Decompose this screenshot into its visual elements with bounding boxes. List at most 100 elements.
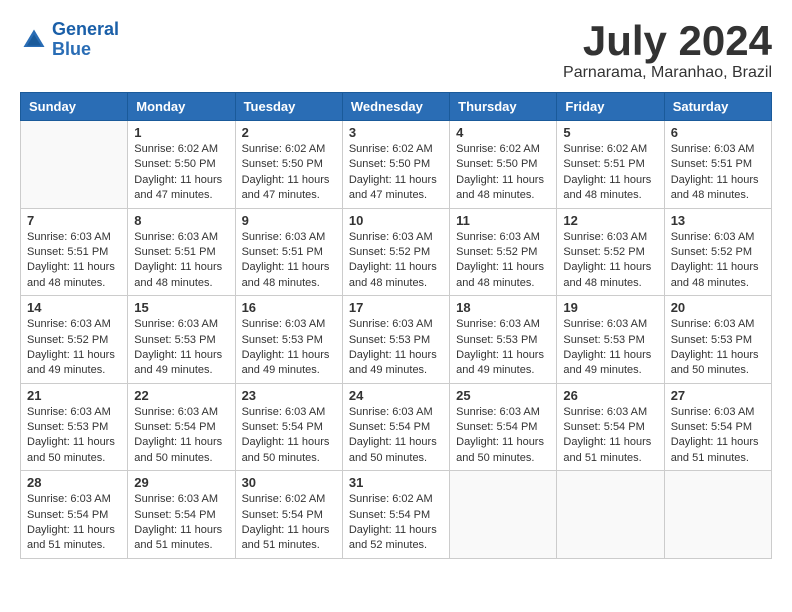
day-number: 19 <box>563 300 657 315</box>
day-info: Sunrise: 6:03 AMSunset: 5:54 PMDaylight:… <box>134 405 228 467</box>
calendar-header-sunday: Sunday <box>21 93 128 121</box>
day-number: 6 <box>671 125 765 140</box>
day-info: Sunrise: 6:02 AMSunset: 5:54 PMDaylight:… <box>242 492 336 554</box>
calendar-cell: 17 Sunrise: 6:03 AMSunset: 5:53 PMDayligh… <box>342 296 449 384</box>
calendar-cell: 21 Sunrise: 6:03 AMSunset: 5:53 PMDayligh… <box>21 383 128 471</box>
day-number: 16 <box>242 300 336 315</box>
day-info: Sunrise: 6:02 AMSunset: 5:50 PMDaylight:… <box>134 142 228 204</box>
calendar-cell: 10 Sunrise: 6:03 AMSunset: 5:52 PMDayligh… <box>342 208 449 296</box>
day-info: Sunrise: 6:02 AMSunset: 5:51 PMDaylight:… <box>563 142 657 204</box>
calendar-cell: 3Sunrise: 6:02 AMSunset: 5:50 PMDaylight… <box>342 121 449 209</box>
month-title: July 2024 <box>563 20 772 62</box>
location: Parnarama, Maranhao, Brazil <box>563 64 772 82</box>
day-number: 4 <box>456 125 550 140</box>
calendar-cell: 29 Sunrise: 6:03 AMSunset: 5:54 PMDayligh… <box>128 471 235 559</box>
calendar-cell: 9 Sunrise: 6:03 AMSunset: 5:51 PMDaylight… <box>235 208 342 296</box>
calendar-cell: 23 Sunrise: 6:03 AMSunset: 5:54 PMDayligh… <box>235 383 342 471</box>
day-info: Sunrise: 6:03 AMSunset: 5:54 PMDaylight:… <box>349 405 443 467</box>
day-number: 26 <box>563 388 657 403</box>
day-number: 17 <box>349 300 443 315</box>
calendar-cell: 27 Sunrise: 6:03 AMSunset: 5:54 PMDayligh… <box>664 383 771 471</box>
day-info: Sunrise: 6:03 AMSunset: 5:51 PMDaylight:… <box>671 142 765 204</box>
day-info: Sunrise: 6:03 AMSunset: 5:54 PMDaylight:… <box>134 492 228 554</box>
calendar-cell: 19 Sunrise: 6:03 AMSunset: 5:53 PMDayligh… <box>557 296 664 384</box>
day-number: 20 <box>671 300 765 315</box>
day-info: Sunrise: 6:03 AMSunset: 5:53 PMDaylight:… <box>134 317 228 379</box>
day-info: Sunrise: 6:03 AMSunset: 5:52 PMDaylight:… <box>349 230 443 292</box>
day-number: 2 <box>242 125 336 140</box>
calendar-week-row-1: 1 Sunrise: 6:02 AMSunset: 5:50 PMDaylight… <box>21 121 772 209</box>
logo-text: General Blue <box>52 20 119 60</box>
title-block: July 2024 Parnarama, Maranhao, Brazil <box>563 20 772 82</box>
calendar-cell <box>557 471 664 559</box>
calendar-week-row-5: 28 Sunrise: 6:03 AMSunset: 5:54 PMDayligh… <box>21 471 772 559</box>
calendar-cell: 22 Sunrise: 6:03 AMSunset: 5:54 PMDayligh… <box>128 383 235 471</box>
day-number: 29 <box>134 475 228 490</box>
day-info: Sunrise: 6:03 AMSunset: 5:53 PMDaylight:… <box>242 317 336 379</box>
day-info: Sunrise: 6:03 AMSunset: 5:52 PMDaylight:… <box>456 230 550 292</box>
day-info: Sunrise: 6:02 AMSunset: 5:50 PMDaylight:… <box>242 142 336 204</box>
day-number: 27 <box>671 388 765 403</box>
day-info: Sunrise: 6:03 AMSunset: 5:53 PMDaylight:… <box>27 405 121 467</box>
day-number: 30 <box>242 475 336 490</box>
calendar-cell: 31 Sunrise: 6:02 AMSunset: 5:54 PMDayligh… <box>342 471 449 559</box>
day-number: 13 <box>671 213 765 228</box>
calendar-table: SundayMondayTuesdayWednesdayThursdayFrid… <box>20 92 772 559</box>
page-header: General Blue July 2024 Parnarama, Maranh… <box>20 20 772 82</box>
day-info: Sunrise: 6:03 AMSunset: 5:52 PMDaylight:… <box>671 230 765 292</box>
calendar-cell: 15Sunrise: 6:03 AMSunset: 5:53 PMDayligh… <box>128 296 235 384</box>
day-info: Sunrise: 6:03 AMSunset: 5:51 PMDaylight:… <box>134 230 228 292</box>
calendar-cell <box>450 471 557 559</box>
calendar-cell: 28 Sunrise: 6:03 AMSunset: 5:54 PMDayligh… <box>21 471 128 559</box>
calendar-header-row: SundayMondayTuesdayWednesdayThursdayFrid… <box>21 93 772 121</box>
day-info: Sunrise: 6:02 AMSunset: 5:50 PMDaylight:… <box>456 142 550 204</box>
calendar-cell: 5 Sunrise: 6:02 AMSunset: 5:51 PMDaylight… <box>557 121 664 209</box>
day-number: 8 <box>134 213 228 228</box>
calendar-header-wednesday: Wednesday <box>342 93 449 121</box>
calendar-cell: 7Sunrise: 6:03 AMSunset: 5:51 PMDaylight… <box>21 208 128 296</box>
calendar-header-friday: Friday <box>557 93 664 121</box>
calendar-cell <box>21 121 128 209</box>
day-number: 14 <box>27 300 121 315</box>
day-info: Sunrise: 6:03 AMSunset: 5:53 PMDaylight:… <box>456 317 550 379</box>
logo-icon <box>20 26 48 54</box>
day-number: 5 <box>563 125 657 140</box>
calendar-week-row-2: 7Sunrise: 6:03 AMSunset: 5:51 PMDaylight… <box>21 208 772 296</box>
day-number: 21 <box>27 388 121 403</box>
day-number: 18 <box>456 300 550 315</box>
calendar-week-row-4: 21 Sunrise: 6:03 AMSunset: 5:53 PMDayligh… <box>21 383 772 471</box>
calendar-cell <box>664 471 771 559</box>
day-number: 23 <box>242 388 336 403</box>
day-number: 10 <box>349 213 443 228</box>
day-info: Sunrise: 6:02 AMSunset: 5:54 PMDaylight:… <box>349 492 443 554</box>
day-number: 9 <box>242 213 336 228</box>
day-info: Sunrise: 6:03 AMSunset: 5:53 PMDaylight:… <box>563 317 657 379</box>
day-number: 25 <box>456 388 550 403</box>
day-number: 3 <box>349 125 443 140</box>
day-number: 22 <box>134 388 228 403</box>
calendar-cell: 13 Sunrise: 6:03 AMSunset: 5:52 PMDayligh… <box>664 208 771 296</box>
calendar-cell: 2 Sunrise: 6:02 AMSunset: 5:50 PMDaylight… <box>235 121 342 209</box>
calendar-cell: 18 Sunrise: 6:03 AMSunset: 5:53 PMDayligh… <box>450 296 557 384</box>
day-info: Sunrise: 6:03 AMSunset: 5:54 PMDaylight:… <box>456 405 550 467</box>
calendar-header-tuesday: Tuesday <box>235 93 342 121</box>
calendar-cell: 24Sunrise: 6:03 AMSunset: 5:54 PMDayligh… <box>342 383 449 471</box>
day-info: Sunrise: 6:03 AMSunset: 5:53 PMDaylight:… <box>349 317 443 379</box>
calendar-cell: 20Sunrise: 6:03 AMSunset: 5:53 PMDayligh… <box>664 296 771 384</box>
calendar-header-monday: Monday <box>128 93 235 121</box>
day-info: Sunrise: 6:03 AMSunset: 5:52 PMDaylight:… <box>27 317 121 379</box>
calendar-cell: 6 Sunrise: 6:03 AMSunset: 5:51 PMDaylight… <box>664 121 771 209</box>
day-info: Sunrise: 6:03 AMSunset: 5:51 PMDaylight:… <box>242 230 336 292</box>
day-number: 31 <box>349 475 443 490</box>
calendar-cell: 12Sunrise: 6:03 AMSunset: 5:52 PMDayligh… <box>557 208 664 296</box>
calendar-cell: 25 Sunrise: 6:03 AMSunset: 5:54 PMDayligh… <box>450 383 557 471</box>
day-number: 1 <box>134 125 228 140</box>
day-info: Sunrise: 6:03 AMSunset: 5:51 PMDaylight:… <box>27 230 121 292</box>
day-number: 11 <box>456 213 550 228</box>
day-info: Sunrise: 6:03 AMSunset: 5:52 PMDaylight:… <box>563 230 657 292</box>
day-number: 28 <box>27 475 121 490</box>
day-info: Sunrise: 6:03 AMSunset: 5:54 PMDaylight:… <box>242 405 336 467</box>
logo: General Blue <box>20 20 119 60</box>
day-info: Sunrise: 6:03 AMSunset: 5:54 PMDaylight:… <box>27 492 121 554</box>
day-info: Sunrise: 6:03 AMSunset: 5:54 PMDaylight:… <box>671 405 765 467</box>
